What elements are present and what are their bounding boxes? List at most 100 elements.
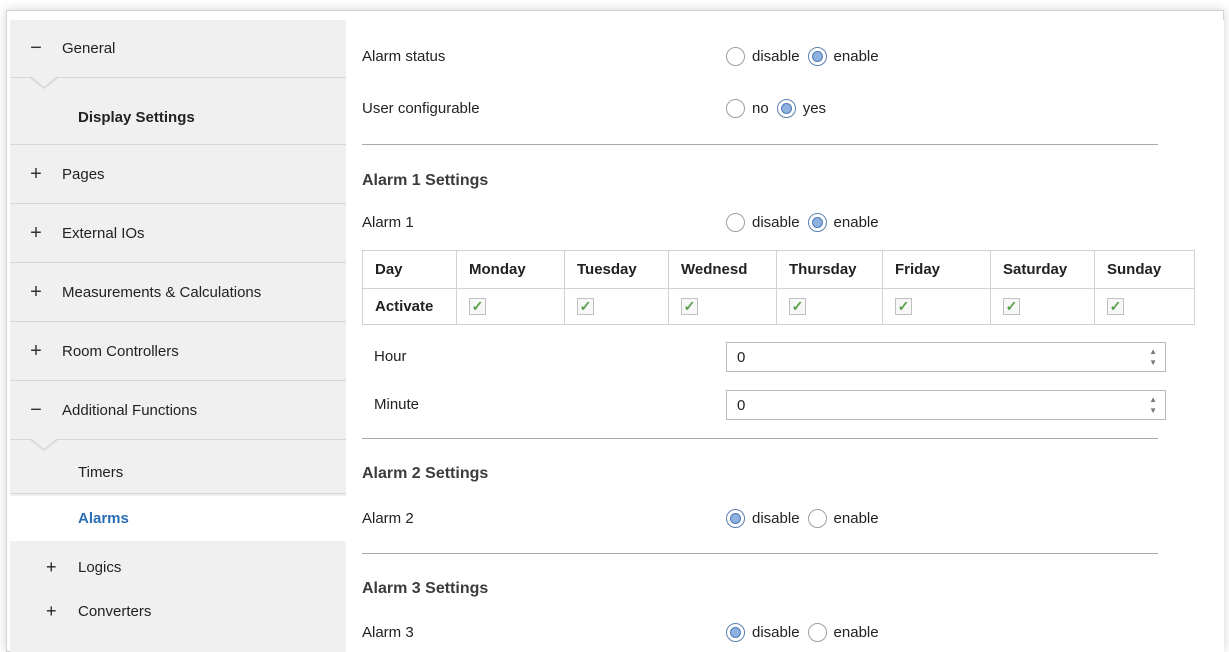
minute-row: Minute — [374, 396, 419, 413]
sidebar-item-converters[interactable]: + Converters — [10, 594, 346, 628]
expand-icon: + — [46, 600, 57, 621]
alarm-2-radios: disable enable — [726, 509, 887, 528]
alarm-1-row: Alarm 1 — [362, 214, 414, 231]
param-label: Alarm 1 — [362, 214, 414, 231]
table-header-cell: Tuesday — [564, 250, 669, 289]
alarm-3-radios: disable enable — [726, 623, 887, 642]
radio-circle-selected — [726, 623, 745, 642]
sidebar-item-label: Room Controllers — [62, 343, 179, 360]
hour-row: Hour — [374, 348, 407, 365]
radio-disable[interactable]: disable — [726, 623, 800, 642]
checkbox-thursday[interactable]: ✓ — [789, 298, 806, 315]
param-label: Alarm 3 — [362, 624, 414, 641]
sidebar-item-label: Measurements & Calculations — [62, 284, 262, 301]
sidebar-item-alarms[interactable]: Alarms — [10, 496, 346, 541]
checkbox-monday[interactable]: ✓ — [469, 298, 486, 315]
table-header-cell: Thursday — [776, 250, 883, 289]
sidebar-item-label: Additional Functions — [62, 402, 198, 419]
radio-yes[interactable]: yes — [776, 99, 827, 118]
settings-panel: Alarm status disable enable User configu… — [346, 20, 1224, 652]
checkbox-friday[interactable]: ✓ — [895, 298, 912, 315]
radio-enable[interactable]: enable — [807, 623, 879, 642]
sidebar-item-label: Logics — [78, 558, 122, 576]
table-header-cell: Day — [362, 250, 457, 289]
checkbox-tuesday[interactable]: ✓ — [577, 298, 594, 315]
sidebar-item-general[interactable]: − General — [10, 20, 346, 78]
radio-no[interactable]: no — [726, 99, 769, 118]
radio-label: enable — [833, 510, 879, 527]
radio-circle-selected — [807, 213, 827, 232]
radio-label: enable — [833, 624, 879, 641]
sidebar-item-label: Display Settings — [78, 108, 195, 126]
sidebar-item-logics[interactable]: + Logics — [10, 550, 346, 584]
table-header-cell: Sunday — [1094, 250, 1195, 289]
hour-value: 0 — [737, 348, 746, 366]
radio-enable[interactable]: enable — [807, 509, 879, 528]
hour-spinbox[interactable]: 0 ▲ ▼ — [726, 342, 1166, 372]
days-table: Day Monday Tuesday Wednesd Thursday Frid… — [362, 250, 1195, 325]
collapse-icon: − — [30, 399, 42, 421]
expand-icon: + — [30, 163, 42, 185]
divider — [362, 438, 1158, 439]
alarm-status-row: Alarm status — [362, 48, 445, 65]
radio-circle — [807, 623, 827, 642]
radio-label: disable — [752, 624, 800, 641]
radio-label: yes — [802, 100, 827, 117]
sidebar-item-timers[interactable]: Timers — [10, 452, 346, 494]
activate-label: Activate — [362, 288, 457, 325]
checkbox-wednesday[interactable]: ✓ — [681, 298, 698, 315]
sidebar-item-measurements[interactable]: + Measurements & Calculations — [10, 264, 346, 322]
section-title-alarm-2: Alarm 2 Settings — [362, 465, 489, 482]
radio-circle — [726, 213, 745, 232]
table-cell: ✓ — [668, 288, 777, 325]
table-cell: ✓ — [990, 288, 1095, 325]
table-header-cell: Monday — [456, 250, 565, 289]
table-cell: ✓ — [1094, 288, 1195, 325]
alarm-3-row: Alarm 3 — [362, 624, 414, 641]
spinner-arrows-icon[interactable]: ▲ ▼ — [1149, 346, 1157, 368]
alarm-1-radios: disable enable — [726, 213, 887, 232]
table-cell: ✓ — [564, 288, 669, 325]
radio-enable[interactable]: enable — [807, 213, 879, 232]
param-label: Alarm status — [362, 48, 446, 65]
radio-circle-selected — [776, 99, 796, 118]
minute-spinbox[interactable]: 0 ▲ ▼ — [726, 390, 1166, 420]
notch — [32, 77, 56, 87]
table-header-cell: Friday — [882, 250, 991, 289]
radio-label: disable — [752, 214, 800, 231]
checkbox-saturday[interactable]: ✓ — [1003, 298, 1020, 315]
collapse-icon: − — [30, 37, 42, 59]
radio-circle — [807, 509, 827, 528]
alarm-2-row: Alarm 2 — [362, 510, 414, 527]
expand-icon: + — [46, 556, 57, 577]
sidebar-item-pages[interactable]: + Pages — [10, 146, 346, 204]
expand-icon: + — [30, 222, 42, 244]
sidebar-item-label: Alarms — [78, 510, 129, 527]
radio-disable[interactable]: disable — [726, 47, 800, 66]
sidebar-item-room-controllers[interactable]: + Room Controllers — [10, 323, 346, 381]
activate-row: Activate ✓ ✓ ✓ ✓ ✓ ✓ ✓ — [362, 288, 1195, 325]
divider — [362, 553, 1158, 554]
table-cell: ✓ — [882, 288, 991, 325]
radio-enable[interactable]: enable — [807, 47, 879, 66]
radio-disable[interactable]: disable — [726, 509, 800, 528]
sidebar-item-additional-functions[interactable]: − Additional Functions — [10, 382, 346, 440]
spinner-arrows-icon[interactable]: ▲ ▼ — [1149, 394, 1157, 416]
radio-circle-selected — [726, 509, 745, 528]
radio-label: enable — [833, 214, 879, 231]
section-title-alarm-1: Alarm 1 Settings — [362, 172, 489, 189]
section-title-alarm-3: Alarm 3 Settings — [362, 580, 489, 597]
radio-label: enable — [833, 48, 879, 65]
table-header-cell: Saturday — [990, 250, 1095, 289]
notch — [32, 439, 56, 449]
checkbox-sunday[interactable]: ✓ — [1107, 298, 1124, 315]
expand-icon: + — [30, 281, 42, 303]
radio-disable[interactable]: disable — [726, 213, 800, 232]
divider — [362, 144, 1158, 145]
radio-circle — [726, 47, 745, 66]
param-label: Alarm 2 — [362, 510, 414, 527]
sidebar-item-display-settings[interactable]: Display Settings — [10, 90, 346, 145]
sidebar-item-external-ios[interactable]: + External IOs — [10, 205, 346, 263]
radio-label: disable — [752, 48, 800, 65]
sidebar-item-label: Pages — [62, 166, 105, 183]
